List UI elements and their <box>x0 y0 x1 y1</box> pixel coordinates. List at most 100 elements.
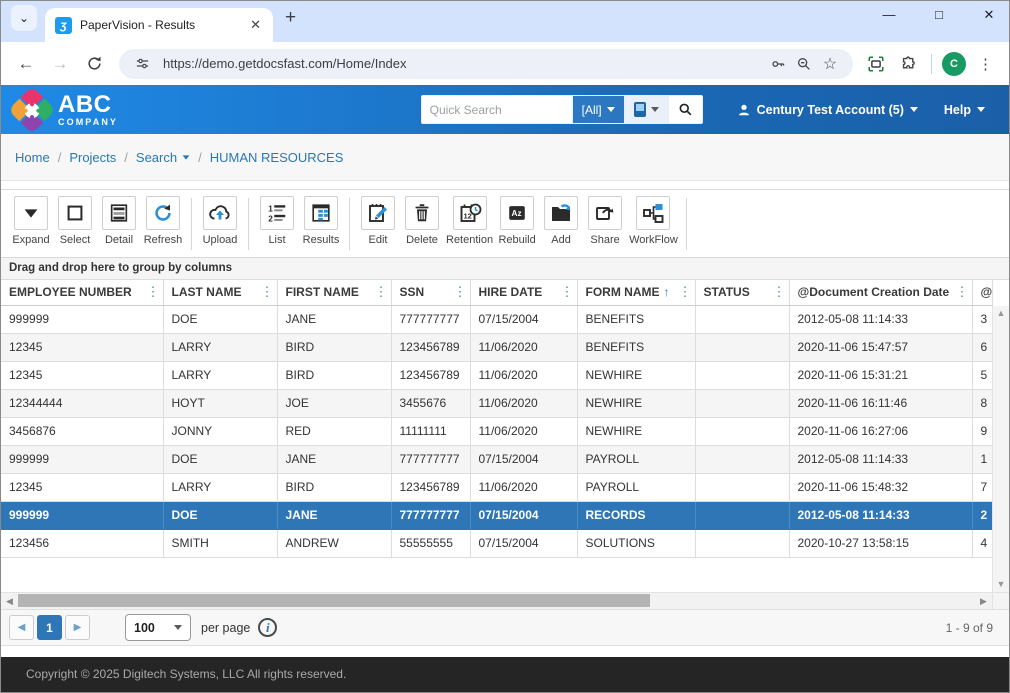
table-cell[interactable]: 12344444 <box>1 389 163 417</box>
table-cell[interactable]: 999999 <box>1 305 163 333</box>
table-cell[interactable]: 07/15/2004 <box>470 501 577 529</box>
table-row[interactable]: 12345LARRYBIRD12345678911/06/2020NEWHIRE… <box>1 361 992 389</box>
table-cell[interactable]: 9 <box>972 417 992 445</box>
password-key-icon[interactable] <box>765 51 791 77</box>
next-page-button[interactable]: ▶ <box>65 615 90 640</box>
table-cell[interactable]: 2020-11-06 15:31:21 <box>789 361 972 389</box>
detail-button[interactable]: Detail <box>97 196 141 246</box>
table-cell[interactable] <box>695 473 789 501</box>
column-header-[interactable]: @ <box>972 280 992 305</box>
column-menu-icon[interactable]: ⋮ <box>679 284 692 300</box>
column-header-hire-date[interactable]: HIRE DATE⋮ <box>470 280 577 305</box>
upload-button[interactable]: Upload <box>198 196 242 246</box>
table-cell[interactable]: 11111111 <box>391 417 470 445</box>
table-cell[interactable] <box>695 501 789 529</box>
table-cell[interactable]: 11/06/2020 <box>470 361 577 389</box>
column-header-ssn[interactable]: SSN⋮ <box>391 280 470 305</box>
column-menu-icon[interactable]: ⋮ <box>454 284 467 300</box>
column-header-status[interactable]: STATUS⋮ <box>695 280 789 305</box>
table-cell[interactable]: 1 <box>972 445 992 473</box>
screen-capture-icon[interactable] <box>863 51 889 77</box>
scrollbar-track[interactable] <box>18 593 975 609</box>
scroll-down-icon[interactable]: ▼ <box>997 580 1006 589</box>
table-cell[interactable]: PAYROLL <box>577 445 695 473</box>
share-button[interactable]: Share <box>583 196 627 246</box>
column-header-document-creation-date[interactable]: @Document Creation Date⋮ <box>789 280 972 305</box>
breadcrumb-home[interactable]: Home <box>15 150 50 165</box>
table-row[interactable]: 12345LARRYBIRD12345678911/06/2020PAYROLL… <box>1 473 992 501</box>
add-button[interactable]: Add <box>539 196 583 246</box>
scrollbar-thumb[interactable] <box>18 594 650 607</box>
table-cell[interactable]: 3456876 <box>1 417 163 445</box>
page-1-button[interactable]: 1 <box>37 615 62 640</box>
table-cell[interactable]: LARRY <box>163 333 277 361</box>
quick-search-input[interactable] <box>422 96 572 123</box>
table-cell[interactable]: JANE <box>277 305 391 333</box>
breadcrumb-projects[interactable]: Projects <box>69 150 116 165</box>
table-cell[interactable]: 777777777 <box>391 501 470 529</box>
table-cell[interactable]: 999999 <box>1 501 163 529</box>
account-menu[interactable]: Century Test Account (5) <box>737 103 918 117</box>
table-cell[interactable]: 777777777 <box>391 305 470 333</box>
table-cell[interactable]: RECORDS <box>577 501 695 529</box>
table-cell[interactable]: 2020-11-06 15:47:57 <box>789 333 972 361</box>
table-row[interactable]: 999999DOEJANE77777777707/15/2004BENEFITS… <box>1 305 992 333</box>
group-by-drop-zone[interactable]: Drag and drop here to group by columns <box>1 258 1009 280</box>
table-cell[interactable]: 11/06/2020 <box>470 473 577 501</box>
breadcrumb-search[interactable]: Search <box>136 150 190 165</box>
back-button[interactable]: ← <box>11 49 41 79</box>
workflow-button[interactable]: WorkFlow <box>627 196 680 246</box>
table-cell[interactable]: 2020-11-06 16:27:06 <box>789 417 972 445</box>
table-cell[interactable]: 7 <box>972 473 992 501</box>
table-cell[interactable]: RED <box>277 417 391 445</box>
forward-button[interactable]: → <box>45 49 75 79</box>
bookmark-star-icon[interactable]: ☆ <box>817 51 843 77</box>
table-cell[interactable]: 2 <box>972 501 992 529</box>
table-cell[interactable]: 777777777 <box>391 445 470 473</box>
table-cell[interactable]: HOYT <box>163 389 277 417</box>
minimize-button[interactable]: — <box>879 7 899 23</box>
table-row[interactable]: 12345LARRYBIRD12345678911/06/2020BENEFIT… <box>1 333 992 361</box>
table-cell[interactable]: BENEFITS <box>577 333 695 361</box>
table-cell[interactable] <box>695 305 789 333</box>
table-cell[interactable]: 123456789 <box>391 361 470 389</box>
results-button[interactable]: Results <box>299 196 343 246</box>
url-field[interactable]: https://demo.getdocsfast.com/Home/Index … <box>119 49 853 79</box>
column-menu-icon[interactable]: ⋮ <box>561 284 574 300</box>
retention-button[interactable]: 12 Retention <box>444 196 495 246</box>
table-cell[interactable]: NEWHIRE <box>577 389 695 417</box>
table-cell[interactable]: BIRD <box>277 361 391 389</box>
table-cell[interactable]: 07/15/2004 <box>470 529 577 557</box>
table-cell[interactable]: 2012-05-08 11:14:33 <box>789 501 972 529</box>
table-cell[interactable]: 123456 <box>1 529 163 557</box>
column-menu-icon[interactable]: ⋮ <box>956 284 969 300</box>
rebuild-button[interactable]: Az Rebuild <box>495 196 539 246</box>
search-mode-dropdown[interactable] <box>624 96 668 123</box>
table-cell[interactable]: NEWHIRE <box>577 361 695 389</box>
table-cell[interactable]: 12345 <box>1 333 163 361</box>
table-cell[interactable]: SMITH <box>163 529 277 557</box>
scroll-up-icon[interactable]: ▲ <box>997 309 1006 318</box>
table-cell[interactable]: JOE <box>277 389 391 417</box>
help-menu[interactable]: Help <box>944 103 985 117</box>
table-cell[interactable]: SOLUTIONS <box>577 529 695 557</box>
table-cell[interactable]: 3455676 <box>391 389 470 417</box>
table-cell[interactable]: 11/06/2020 <box>470 333 577 361</box>
site-settings-icon[interactable] <box>129 51 155 77</box>
search-button[interactable] <box>668 96 702 123</box>
table-cell[interactable]: JONNY <box>163 417 277 445</box>
extensions-puzzle-icon[interactable] <box>895 51 921 77</box>
column-menu-icon[interactable]: ⋮ <box>261 284 274 300</box>
new-tab-button[interactable]: + <box>285 7 296 29</box>
url-text[interactable]: https://demo.getdocsfast.com/Home/Index <box>163 56 765 71</box>
table-cell[interactable]: 999999 <box>1 445 163 473</box>
table-cell[interactable] <box>695 389 789 417</box>
table-cell[interactable]: 4 <box>972 529 992 557</box>
table-cell[interactable]: BENEFITS <box>577 305 695 333</box>
scroll-right-icon[interactable]: ▶ <box>975 593 992 609</box>
column-menu-icon[interactable]: ⋮ <box>773 284 786 300</box>
table-row[interactable]: 123456SMITHANDREW5555555507/15/2004SOLUT… <box>1 529 992 557</box>
table-cell[interactable] <box>695 529 789 557</box>
table-cell[interactable]: DOE <box>163 501 277 529</box>
table-cell[interactable]: LARRY <box>163 361 277 389</box>
